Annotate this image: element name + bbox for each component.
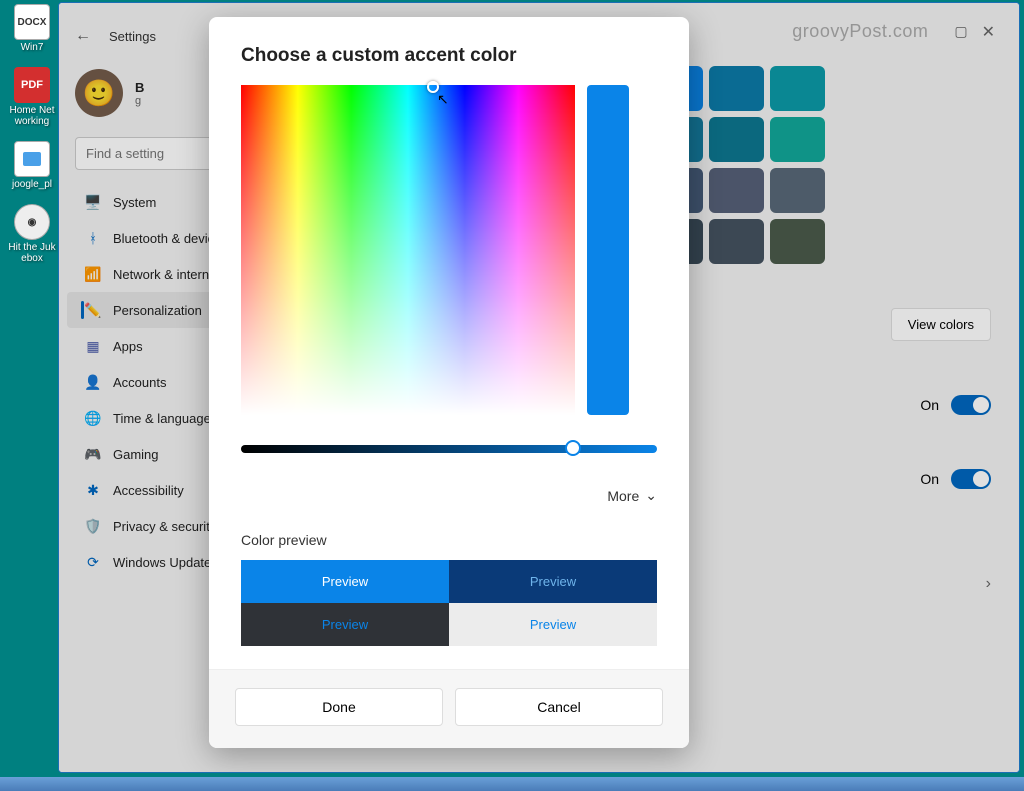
desktop-label: Home Networking (8, 105, 56, 127)
image-icon (14, 141, 50, 177)
pdf-icon: PDF (14, 67, 50, 103)
preview-dark-bg: Preview (241, 603, 449, 646)
preview-grid: Preview Preview Preview Preview (241, 560, 657, 646)
color-spectrum[interactable]: ↖ (241, 85, 575, 415)
chevron-down-icon: ⌄ (645, 487, 657, 504)
desktop-label: joogle_pl (8, 179, 56, 190)
value-slider[interactable] (241, 445, 657, 455)
desktop-icon-cd[interactable]: ◉ Hit the Jukebox (8, 204, 56, 264)
desktop-icon-pdf[interactable]: PDF Home Networking (8, 67, 56, 127)
desktop-icon-image[interactable]: joogle_pl (8, 141, 56, 190)
preview-accent-light: Preview (241, 560, 449, 603)
docx-icon: DOCX (14, 4, 50, 40)
desktop: DOCX Win7 PDF Home Networking joogle_pl … (0, 0, 60, 791)
value-track (241, 445, 657, 453)
preview-light-bg: Preview (449, 603, 657, 646)
hue-preview-bar[interactable] (587, 85, 629, 415)
preview-label: Color preview (241, 532, 657, 548)
dialog-title: Choose a custom accent color (241, 45, 657, 67)
settings-window: ← Settings 🙂 B g 🖥️SystemᚼBluetooth & de… (58, 2, 1020, 773)
desktop-label: Hit the Jukebox (8, 242, 56, 264)
desktop-label: Win7 (8, 42, 56, 53)
spectrum-cursor[interactable] (427, 81, 439, 93)
dialog-footer: Done Cancel (209, 669, 689, 748)
color-picker-dialog: Choose a custom accent color ↖ More ⌄ Co… (209, 17, 689, 748)
cancel-button[interactable]: Cancel (455, 688, 663, 726)
more-label: More (607, 488, 639, 504)
value-thumb[interactable] (565, 440, 581, 456)
mouse-cursor-icon: ↖ (437, 91, 449, 108)
done-button[interactable]: Done (235, 688, 443, 726)
preview-accent-dark: Preview (449, 560, 657, 603)
taskbar[interactable] (0, 777, 1024, 791)
cd-icon: ◉ (14, 204, 50, 240)
more-expander[interactable]: More ⌄ (241, 487, 657, 504)
desktop-icon-docx[interactable]: DOCX Win7 (8, 4, 56, 53)
